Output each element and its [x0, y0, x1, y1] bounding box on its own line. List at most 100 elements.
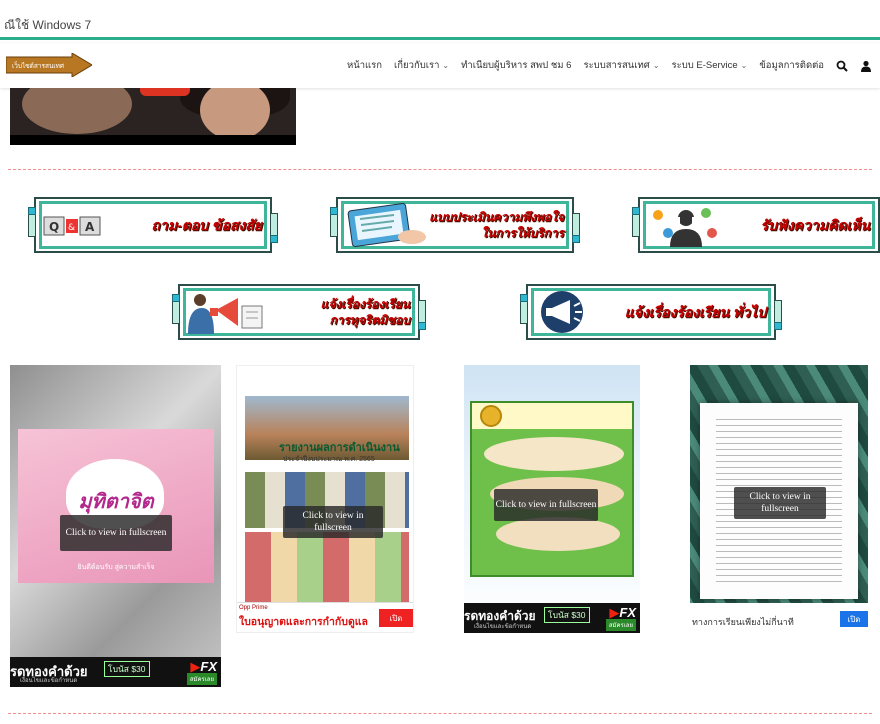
ad-cta-button[interactable]: สมัครเลย	[605, 619, 636, 631]
fullscreen-button[interactable]: Click to view in fullscreen	[283, 506, 383, 538]
ad-bonus-badge: โบนัส $30	[104, 661, 150, 677]
banner-tab	[418, 300, 426, 324]
chevron-down-icon: ⌄	[442, 61, 450, 70]
banner-corner	[270, 235, 278, 243]
notice-text: ณีใช้ Windows 7	[4, 18, 92, 32]
nav-label: ทำเนียบผู้บริหาร สพป ชม 6	[461, 60, 572, 71]
banner-label-line: แจ้งเรื่องร้องเรียน ทั่วไป	[624, 304, 766, 320]
ad-title: ใบอนุญาตและการกำกับดูแล	[239, 616, 368, 628]
section-divider	[8, 713, 872, 714]
ad-banner-gold[interactable]: รดทองคำด้วย โบนัส $30 ▶FX เงื่อนไขและข้อ…	[10, 657, 221, 687]
nav-item-info-system[interactable]: ระบบสารสนเทศ ⌄	[583, 58, 659, 73]
emblem-icon	[480, 405, 502, 427]
banner-general-complaint[interactable]: แจ้งเรื่องร้องเรียน ทั่วไป	[520, 280, 782, 344]
qa-icon: Q & A	[43, 216, 101, 236]
feedback-icon	[653, 208, 717, 247]
chevron-down-icon: ⌄	[652, 61, 660, 70]
video-frame-figure	[22, 88, 132, 134]
browser-notice-bar: ณีใช้ Windows 7	[0, 0, 880, 40]
banner-corner	[28, 207, 36, 215]
banner-label: แจ้งเรื่องร้องเรียน การทุจริตมิชอบ	[320, 280, 410, 344]
ad-banner-study[interactable]: ทางการเรียนเพียงไม่กี่นาที เปิด	[690, 603, 868, 633]
banner-label-line: แจ้งเรื่องร้องเรียน	[320, 297, 410, 311]
card-cover-photo	[496, 517, 620, 551]
section-divider	[8, 169, 872, 170]
nav-item-contact[interactable]: ข้อมูลการติดต่อ	[759, 58, 824, 73]
card-cover-title: มุทิตาจิต	[78, 489, 154, 513]
nav-label: ระบบสารสนเทศ	[583, 60, 650, 71]
banner-corner	[330, 207, 338, 215]
banner-corruption-complaint[interactable]: แจ้งเรื่องร้องเรียน การทุจริตมิชอบ	[172, 280, 426, 344]
video-play-tab	[140, 88, 190, 96]
site-header: เว็บไซต์สารสนเทศ หน้าแรก เกี่ยวกับเรา ⌄ ท…	[0, 43, 880, 88]
ad-banner-trading[interactable]: Opp Prime ใบอนุญาตและการกำกับดูแล เปิด	[237, 602, 413, 632]
banner-qa[interactable]: Q & A ถาม-ตอบ ข้อสงสัย	[28, 193, 278, 257]
nav-item-about[interactable]: เกี่ยวกับเรา ⌄	[394, 58, 449, 73]
document-card[interactable]: Click to view in fullscreen ทางการเรียนเ…	[690, 365, 868, 633]
card-cover-photo	[245, 532, 409, 602]
document-card[interactable]: มุทิตาจิต ยินดีต้อนรับ สู่ความสำเร็จ Cli…	[10, 365, 221, 687]
card-cover: รายงานผลการดำเนินงาน ประจำปีงบประมาณ พ.ศ…	[245, 396, 409, 604]
banner-label-line: การทุจริตมิชอบ	[329, 313, 410, 327]
main-nav: หน้าแรก เกี่ยวกับเรา ⌄ ทำเนียบผู้บริหาร ส…	[347, 43, 872, 88]
search-icon[interactable]	[836, 60, 848, 72]
fullscreen-button[interactable]: Click to view in fullscreen	[60, 515, 172, 551]
ad-open-button[interactable]: เปิด	[840, 611, 868, 627]
banner-tab	[172, 300, 180, 324]
nav-label: เกี่ยวกับเรา	[394, 60, 440, 71]
ad-open-button[interactable]: เปิด	[379, 609, 413, 627]
card-cover-caption: ยินดีต้อนรับ สู่ความสำเร็จ	[77, 564, 155, 571]
svg-text:A: A	[85, 220, 95, 234]
megaphone-icon	[541, 291, 583, 333]
banner-label-line: รับฟังความคิดเห็น	[760, 217, 870, 233]
ad-brand-text: FX	[619, 605, 636, 620]
ad-subtext: เงื่อนไขและข้อกำหนด	[20, 678, 78, 684]
fullscreen-button[interactable]: Click to view in fullscreen	[494, 489, 598, 521]
ad-subtext: เงื่อนไขและข้อกำหนด	[474, 624, 532, 630]
document-card[interactable]: Click to view in fullscreen รดทองคำด้วย …	[464, 365, 640, 633]
banner-corner	[418, 322, 426, 330]
banner-label-line: ในการให้บริการ	[481, 226, 564, 240]
card-cover-photo	[484, 437, 624, 471]
nav-label: ข้อมูลการติดต่อ	[759, 60, 824, 71]
banner-corner	[774, 322, 782, 330]
banner-label-line: แบบประเมินความพึงพอใจ	[429, 210, 564, 224]
banner-tab	[520, 300, 528, 324]
ad-banner-gold[interactable]: รดทองคำด้วย โบนัส $30 ▶FX เงื่อนไขและข้อ…	[464, 603, 640, 633]
nav-item-executives[interactable]: ทำเนียบผู้บริหาร สพป ชม 6	[461, 58, 571, 73]
banner-feedback[interactable]: รับฟังความคิดเห็น	[632, 193, 880, 257]
banner-corner	[632, 207, 640, 215]
document-card[interactable]: รายงานผลการดำเนินงาน ประจำปีงบประมาณ พ.ศ…	[236, 365, 414, 633]
svg-text:&: &	[68, 223, 75, 233]
embedded-video[interactable]	[10, 88, 296, 145]
banner-corner	[172, 294, 180, 302]
ad-bonus-badge: โบนัส $30	[544, 607, 590, 623]
nav-item-home[interactable]: หน้าแรก	[347, 58, 382, 73]
nav-label: หน้าแรก	[346, 60, 383, 71]
video-frame-figure	[200, 88, 270, 140]
banner-label: ถาม-ตอบ ข้อสงสัย	[151, 193, 262, 257]
banner-tab	[28, 213, 36, 237]
banner-satisfaction-survey[interactable]: แบบประเมินความพึงพอใจ ในการให้บริการ	[330, 193, 580, 257]
logo-text: เว็บไซต์สารสนเทศ	[12, 61, 65, 70]
banner-corner	[572, 235, 580, 243]
banner-tab	[572, 213, 580, 237]
card-cover: มุทิตาจิต ยินดีต้อนรับ สู่ความสำเร็จ	[18, 429, 214, 583]
ad-title: ทางการเรียนเพียงไม่กี่นาที	[692, 617, 794, 627]
banner-corner	[520, 294, 528, 302]
card-cover-caption: ประจำปีงบประมาณ พ.ศ. 2565	[283, 456, 375, 463]
survey-icon	[347, 203, 426, 247]
ad-tag: Opp Prime	[239, 605, 268, 611]
banner-tab	[774, 300, 782, 324]
banner-tab	[330, 213, 338, 237]
ad-cta-button[interactable]: สมัครเลย	[186, 673, 217, 685]
megaphone-icon	[188, 294, 263, 334]
nav-label: ระบบ E-Service	[671, 60, 738, 71]
site-logo[interactable]: เว็บไซต์สารสนเทศ	[6, 53, 92, 77]
fullscreen-button[interactable]: Click to view in fullscreen	[734, 487, 826, 519]
banner-label: แจ้งเรื่องร้องเรียน ทั่วไป	[625, 280, 766, 344]
user-icon[interactable]	[860, 60, 872, 72]
chevron-down-icon: ⌄	[740, 61, 748, 70]
nav-item-eservice[interactable]: ระบบ E-Service ⌄	[672, 58, 748, 73]
banner-tab	[270, 213, 278, 237]
